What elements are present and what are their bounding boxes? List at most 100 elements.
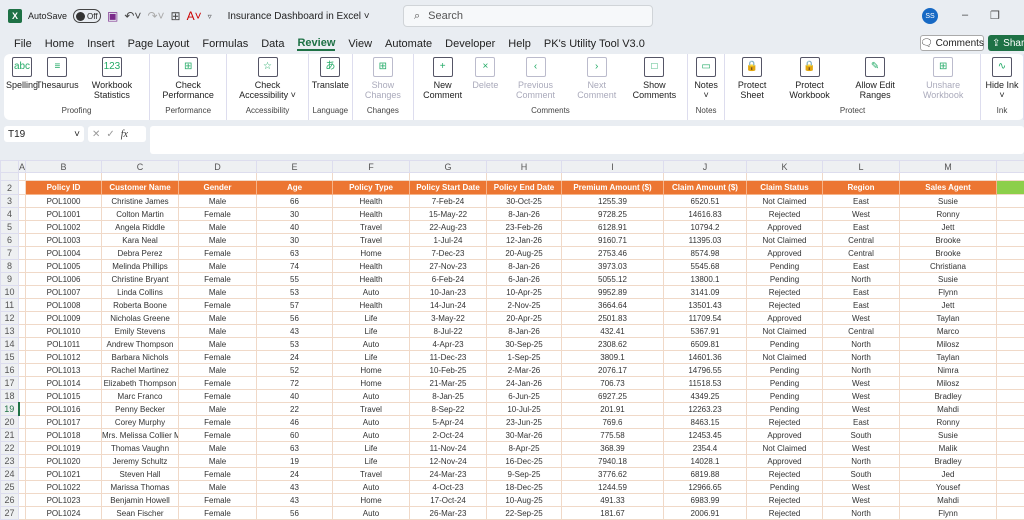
cell[interactable]: Auto	[332, 480, 410, 494]
cell[interactable]: Jett	[899, 298, 997, 312]
cell[interactable]: Yousef	[899, 480, 997, 494]
cell[interactable]	[18, 272, 26, 286]
cell[interactable]: 12966.65	[663, 480, 747, 494]
cell[interactable]: 2-Oct-24	[409, 428, 487, 442]
cell[interactable]	[18, 402, 26, 416]
cell[interactable]: Not Claimed	[746, 194, 823, 208]
cell[interactable]: 18-Dec-25	[486, 480, 562, 494]
cell[interactable]: 60	[256, 428, 333, 442]
cell[interactable]: 8-Jan-26	[486, 259, 562, 273]
cell[interactable]: 23-Jun-25	[486, 415, 562, 429]
column-header-cell[interactable]: Sales Agent	[899, 180, 997, 195]
cell[interactable]: 16-Dec-25	[486, 454, 562, 468]
cell[interactable]: Brooke	[899, 233, 997, 247]
cell[interactable]: Elizabeth Thompson	[101, 376, 179, 390]
cell[interactable]: 2-Mar-26	[486, 363, 562, 377]
tab-page-layout[interactable]: Page Layout	[128, 38, 190, 50]
column-header-cell[interactable]: Policy Start Date	[409, 180, 487, 195]
cell[interactable]: Not Claimed	[746, 441, 823, 455]
cell[interactable]: 11-Dec-23	[409, 350, 487, 364]
cell[interactable]	[18, 350, 26, 364]
comments-button[interactable]: 🗨 Comments	[920, 35, 984, 51]
cell[interactable]: 706.73	[561, 376, 664, 390]
tab-review[interactable]: Review	[297, 37, 336, 51]
cell[interactable]: 8-Jan-26	[486, 207, 562, 221]
cell[interactable]: POL1013	[25, 363, 102, 377]
cell[interactable]: North	[822, 337, 900, 351]
protect-sheet-button[interactable]: 🔒 Protect Sheet	[728, 54, 776, 106]
formula-input[interactable]	[150, 126, 1024, 154]
cell[interactable]: Nicholas Greene	[101, 311, 179, 325]
row-number[interactable]: 4	[0, 207, 19, 221]
cell[interactable]: Not Claimed	[746, 233, 823, 247]
cell[interactable]: POL1016	[25, 402, 102, 416]
cell[interactable]	[996, 376, 1024, 390]
cell[interactable]: East	[822, 415, 900, 429]
cell[interactable]: 1-Sep-25	[486, 350, 562, 364]
cell[interactable]: 13501.43	[663, 298, 747, 312]
cell[interactable]	[18, 441, 26, 455]
cell[interactable]: POL1005	[25, 259, 102, 273]
cell[interactable]	[18, 454, 26, 468]
cell[interactable]: Rejected	[746, 493, 823, 507]
column-header-a[interactable]: A	[18, 160, 26, 173]
cell[interactable]: Marissa Thomas	[101, 480, 179, 494]
cell[interactable]	[561, 172, 664, 181]
cell[interactable]: Rachel Martinez	[101, 363, 179, 377]
cell[interactable]: 10-Jul-25	[486, 402, 562, 416]
cell[interactable]: 30-Sep-25	[486, 337, 562, 351]
cell[interactable]: 30-Mar-26	[486, 428, 562, 442]
cell[interactable]: 8574.98	[663, 246, 747, 260]
cell[interactable]: 6-Jun-25	[486, 389, 562, 403]
cell[interactable]: 12263.23	[663, 402, 747, 416]
cell[interactable]: Health	[332, 194, 410, 208]
cell[interactable]: 3141.09	[663, 285, 747, 299]
cell[interactable]: Pending	[746, 389, 823, 403]
cell[interactable]: 5-Apr-24	[409, 415, 487, 429]
cell[interactable]: 3664.64	[561, 298, 664, 312]
cell[interactable]: Health	[332, 259, 410, 273]
cell[interactable]: Pending	[746, 337, 823, 351]
cell[interactable]	[18, 389, 26, 403]
cell[interactable]	[996, 259, 1024, 273]
cell[interactable]: Home	[332, 376, 410, 390]
cell[interactable]: Bradley	[899, 389, 997, 403]
cell[interactable]: Pending	[746, 402, 823, 416]
row-number[interactable]: 2	[0, 180, 19, 195]
cell[interactable]: Male	[178, 233, 257, 247]
cell[interactable]: 7-Feb-24	[409, 194, 487, 208]
cell[interactable]: POL1023	[25, 493, 102, 507]
cell[interactable]: 12453.45	[663, 428, 747, 442]
cell[interactable]: Bradley	[899, 454, 997, 468]
cell[interactable]: 2501.83	[561, 311, 664, 325]
cell[interactable]: Male	[178, 441, 257, 455]
cell[interactable]: 46	[256, 415, 333, 429]
cell[interactable]: 5545.68	[663, 259, 747, 273]
undo-icon[interactable]: ↶˅	[124, 9, 141, 23]
column-header-k[interactable]: K	[746, 160, 823, 173]
cell[interactable]: 8-Jan-26	[486, 324, 562, 338]
chevron-down-icon[interactable]: ˅	[74, 129, 80, 140]
cell[interactable]: 24	[256, 350, 333, 364]
row-number[interactable]: 16	[0, 363, 19, 377]
cell[interactable]: 6983.99	[663, 493, 747, 507]
cell[interactable]: 13800.1	[663, 272, 747, 286]
column-header-n[interactable]	[996, 160, 1024, 173]
cell[interactable]: Approved	[746, 220, 823, 234]
cell[interactable]: Auto	[332, 285, 410, 299]
cell[interactable]: 6927.25	[561, 389, 664, 403]
tab-formulas[interactable]: Formulas	[202, 38, 248, 50]
cell[interactable]: Susie	[899, 272, 997, 286]
cell[interactable]: 491.33	[561, 493, 664, 507]
cell[interactable]: Auto	[332, 415, 410, 429]
cell[interactable]: Home	[332, 493, 410, 507]
cell[interactable]: POL1012	[25, 350, 102, 364]
autosave-toggle[interactable]: Off	[73, 9, 102, 23]
cell[interactable]: Rejected	[746, 285, 823, 299]
cell[interactable]: Rejected	[746, 207, 823, 221]
cell[interactable]	[18, 194, 26, 208]
cell[interactable]: Christine Bryant	[101, 272, 179, 286]
cell[interactable]: Sean Fischer	[101, 506, 179, 520]
check-accessibility-button[interactable]: ☆ Check Accessibility ˅	[230, 54, 304, 106]
cell[interactable]	[256, 172, 333, 181]
